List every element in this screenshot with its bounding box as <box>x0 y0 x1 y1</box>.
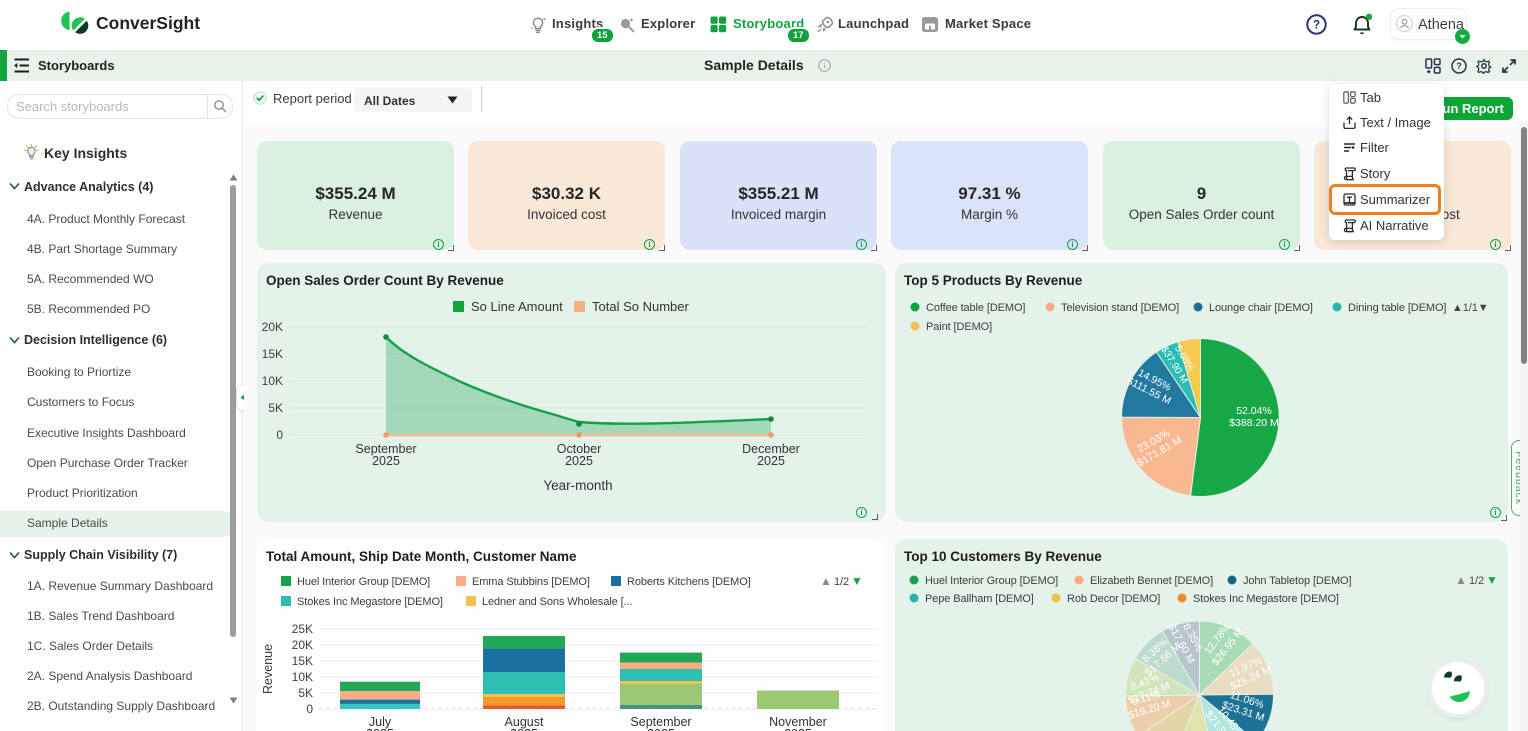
svg-text:▲: ▲ <box>1455 573 1467 587</box>
svg-text:So Line Amount: So Line Amount <box>471 299 563 314</box>
svg-text:2025: 2025 <box>565 454 593 468</box>
svg-text:▼: ▼ <box>851 574 863 588</box>
svg-text:John Tabletop [DEMO]: John Tabletop [DEMO] <box>1243 575 1352 587</box>
svg-text:Television stand [DEMO]: Television stand [DEMO] <box>1061 302 1179 314</box>
svg-text:Emma Stubbins [DEMO]: Emma Stubbins [DEMO] <box>472 576 590 588</box>
svg-text:5K: 5K <box>298 686 313 700</box>
svg-text:2025: 2025 <box>510 727 538 731</box>
svg-text:20K: 20K <box>262 320 283 334</box>
svg-text:?: ? <box>1313 20 1320 32</box>
svg-text:Dining table [DEMO]: Dining table [DEMO] <box>1348 302 1446 314</box>
svg-text:Ledner and Sons Wholesale [...: Ledner and Sons Wholesale [... <box>482 596 633 608</box>
svg-text:10K: 10K <box>292 670 313 684</box>
svg-text:2025: 2025 <box>372 454 400 468</box>
svg-text:25K: 25K <box>292 622 313 636</box>
svg-text:5K: 5K <box>268 401 283 415</box>
svg-text:20K: 20K <box>292 638 313 652</box>
svg-text:▲1/1▼: ▲1/1▼ <box>1452 302 1489 314</box>
svg-text:Pepe Ballham [DEMO]: Pepe Ballham [DEMO] <box>925 593 1034 605</box>
svg-text:Coffee table [DEMO]: Coffee table [DEMO] <box>926 302 1025 314</box>
svg-text:Huel Interior Group [DEMO]: Huel Interior Group [DEMO] <box>297 576 430 588</box>
svg-text:?: ? <box>1456 61 1462 71</box>
svg-text:2025: 2025 <box>784 727 812 731</box>
svg-text:Stokes Inc Megastore [DEMO]: Stokes Inc Megastore [DEMO] <box>297 596 443 608</box>
svg-text:▲: ▲ <box>820 574 832 588</box>
svg-text:0: 0 <box>276 428 283 442</box>
svg-text:10K: 10K <box>262 374 283 388</box>
svg-text:Huel Interior Group [DEMO]: Huel Interior Group [DEMO] <box>925 575 1058 587</box>
svg-text:Rob Decor [DEMO]: Rob Decor [DEMO] <box>1067 593 1160 605</box>
svg-text:Stokes Inc Megastore [DEMO]: Stokes Inc Megastore [DEMO] <box>1193 593 1339 605</box>
svg-text:1/2: 1/2 <box>1469 575 1484 587</box>
svg-text:Year-month: Year-month <box>543 478 612 493</box>
svg-text:Lounge chair [DEMO]: Lounge chair [DEMO] <box>1209 302 1313 314</box>
svg-text:▼: ▼ <box>1486 573 1498 587</box>
svg-text:Elizabeth Bennet [DEMO]: Elizabeth Bennet [DEMO] <box>1090 575 1213 587</box>
svg-text:2025: 2025 <box>757 454 785 468</box>
svg-text:Revenue: Revenue <box>261 644 275 694</box>
svg-text:15K: 15K <box>262 347 283 361</box>
svg-text:Total So Number: Total So Number <box>592 299 689 314</box>
svg-text:Paint [DEMO]: Paint [DEMO] <box>926 321 992 333</box>
svg-text:1/2: 1/2 <box>834 576 849 588</box>
svg-text:$388.20 M: $388.20 M <box>1229 417 1279 429</box>
svg-text:2025: 2025 <box>366 727 394 731</box>
svg-text:Roberts Kitchens [DEMO]: Roberts Kitchens [DEMO] <box>627 576 751 588</box>
svg-text:2025: 2025 <box>647 727 675 731</box>
svg-text:0: 0 <box>306 702 313 716</box>
svg-text:15K: 15K <box>292 654 313 668</box>
svg-text:52.04%: 52.04% <box>1236 405 1272 417</box>
